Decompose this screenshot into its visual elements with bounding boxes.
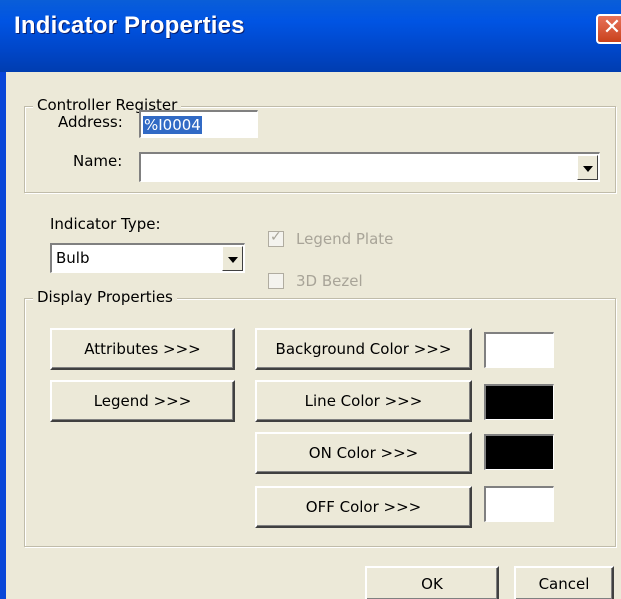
address-value: %I0004 (143, 116, 202, 134)
indicator-type-value: Bulb (56, 249, 90, 267)
ok-button[interactable]: OK (365, 566, 499, 599)
close-icon: ✕ (602, 15, 621, 40)
off-color-button[interactable]: OFF Color >>> (255, 486, 472, 528)
indicator-type-dropdown-button[interactable] (222, 246, 243, 271)
legend-button[interactable]: Legend >>> (50, 380, 235, 422)
cancel-button[interactable]: Cancel (514, 566, 614, 599)
address-label: Address: (58, 113, 123, 131)
background-color-swatch (484, 332, 554, 368)
line-color-swatch (484, 384, 554, 420)
name-dropdown-button[interactable] (577, 155, 598, 180)
indicator-type-label: Indicator Type: (50, 215, 161, 233)
legend-plate-label: Legend Plate (296, 230, 394, 248)
on-color-swatch (484, 434, 554, 470)
indicator-type-select[interactable]: Bulb (50, 243, 245, 273)
name-label: Name: (73, 152, 123, 170)
close-button[interactable]: ✕ (596, 14, 621, 44)
3d-bezel-label: 3D Bezel (296, 272, 363, 290)
window-title: Indicator Properties (14, 12, 245, 39)
off-color-swatch (484, 486, 554, 522)
name-combobox[interactable] (139, 152, 600, 182)
attributes-button[interactable]: Attributes >>> (50, 328, 235, 370)
display-properties-legend: Display Properties (33, 288, 177, 306)
line-color-button[interactable]: Line Color >>> (255, 380, 472, 422)
legend-plate-checkbox[interactable] (268, 229, 284, 247)
3d-bezel-checkbox[interactable] (268, 273, 284, 289)
on-color-button[interactable]: ON Color >>> (255, 432, 472, 474)
title-bar: Indicator Properties ✕ (0, 0, 621, 72)
background-color-button[interactable]: Background Color >>> (255, 328, 472, 370)
address-field[interactable]: %I0004 (139, 110, 258, 138)
